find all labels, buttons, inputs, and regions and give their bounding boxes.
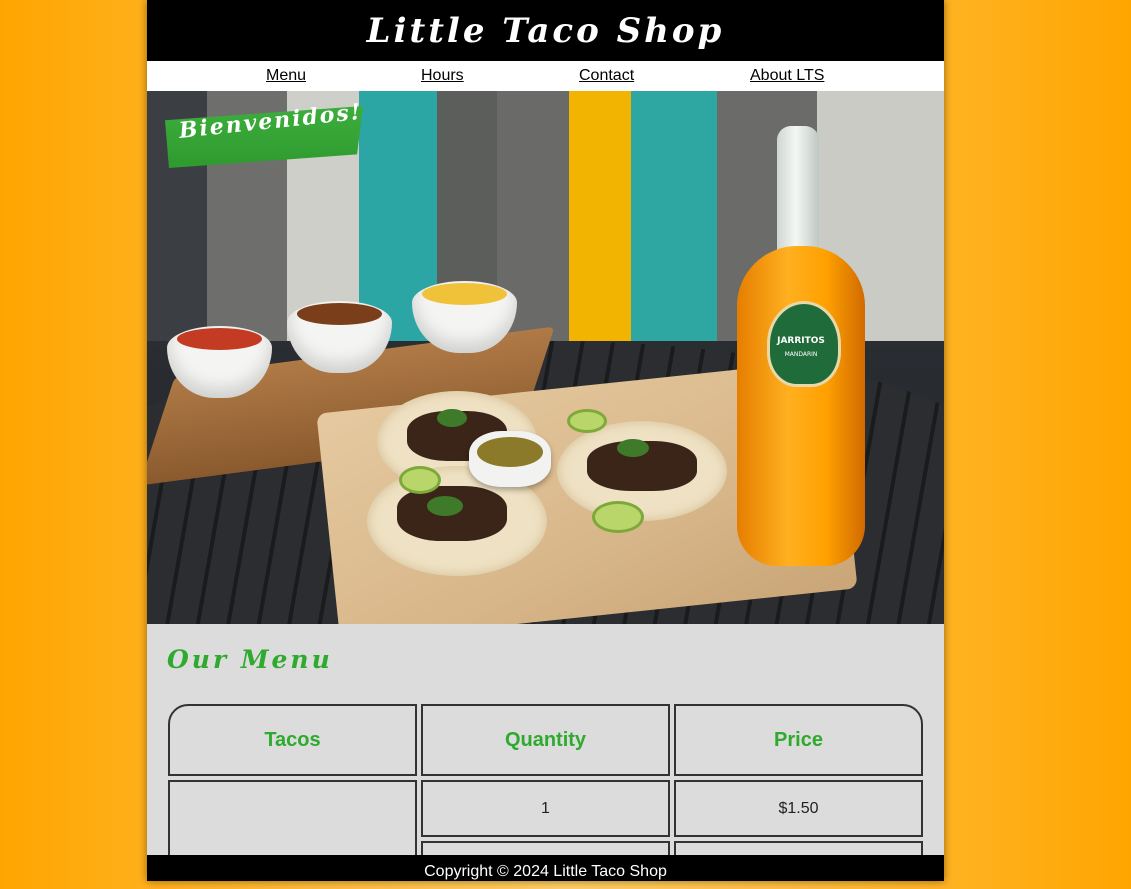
lime-wedge bbox=[592, 501, 644, 533]
copyright-text: Copyright © 2024 Little Taco Shop bbox=[424, 863, 667, 880]
table-header-quantity: Quantity bbox=[421, 704, 670, 776]
table-header-tacos: Tacos bbox=[168, 704, 417, 776]
nav-link-menu[interactable]: Menu bbox=[266, 67, 306, 85]
wall-plank bbox=[569, 91, 631, 341]
page-container: Little Taco Shop Menu Hours Contact Abou… bbox=[147, 0, 944, 881]
nav-link-about[interactable]: About LTS bbox=[750, 67, 824, 85]
cilantro-garnish bbox=[437, 409, 467, 427]
menu-heading: Our Menu bbox=[167, 645, 333, 674]
nav-link-hours[interactable]: Hours bbox=[421, 67, 464, 85]
table-cell-price: $1.50 bbox=[674, 780, 923, 837]
table-cell-quantity: 1 bbox=[421, 780, 670, 837]
table-header-price: Price bbox=[674, 704, 923, 776]
main-nav: Menu Hours Contact About LTS bbox=[147, 61, 944, 92]
hero-image: JARRITOS MANDARIN Bienvenidos! bbox=[147, 91, 944, 624]
lime-wedge bbox=[567, 409, 607, 433]
cilantro-garnish bbox=[617, 439, 649, 457]
lime-wedge bbox=[399, 466, 441, 494]
site-footer: Copyright © 2024 Little Taco Shop bbox=[147, 855, 944, 881]
salsa-verde-cup bbox=[469, 431, 551, 487]
bottle-brand-label: JARRITOS bbox=[777, 336, 825, 346]
soda-bottle: JARRITOS MANDARIN bbox=[737, 126, 867, 566]
nav-link-contact[interactable]: Contact bbox=[579, 67, 634, 85]
cilantro-garnish bbox=[427, 496, 463, 516]
wall-plank bbox=[631, 91, 717, 341]
bottle-flavor-label: MANDARIN bbox=[784, 351, 818, 358]
site-title: Little Taco Shop bbox=[366, 10, 725, 51]
site-header: Little Taco Shop bbox=[147, 0, 944, 61]
